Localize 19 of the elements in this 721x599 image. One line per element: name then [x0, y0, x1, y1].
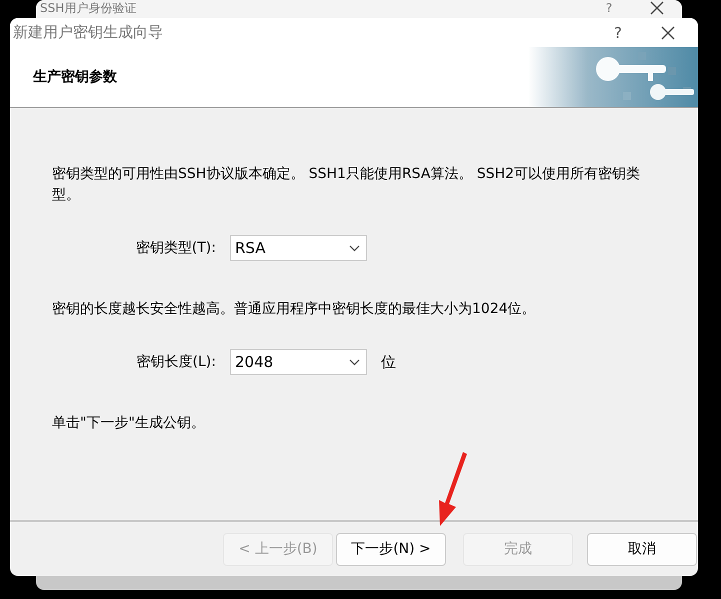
instruction-text: 密钥的长度越长安全性越高。普通应用程序中密钥长度的最佳大小为1024位。: [52, 300, 537, 319]
window-title: 新建用户密钥生成向导: [13, 23, 164, 42]
instruction-text: 单击"下一步"生成公钥。: [52, 414, 206, 433]
page-heading: 生产密钥参数: [33, 68, 117, 86]
help-button[interactable]: ?: [598, 24, 638, 42]
chevron-down-icon: [349, 244, 360, 252]
window-title: SSH用户身份验证: [40, 1, 138, 15]
wizard-button[interactable]: 下一步(N) >: [336, 532, 446, 566]
close-icon[interactable]: [661, 26, 675, 40]
wizard-button[interactable]: 取消: [587, 532, 697, 566]
help-button[interactable]: ?: [594, 1, 624, 15]
dropdown[interactable]: RSA: [230, 235, 367, 261]
dropdown[interactable]: 2048: [230, 349, 367, 375]
field-label: 密钥长度(L):: [136, 353, 216, 371]
instruction-text: 密钥类型的可用性由SSH协议版本确定。 SSH1只能使用RSA算法。 SSH2可以使用所有密钥类型。: [52, 165, 642, 205]
chevron-down-icon: [349, 358, 360, 366]
unit-label: 位: [381, 352, 396, 372]
field-label: 密钥类型(T):: [134, 239, 216, 257]
close-icon[interactable]: [650, 1, 664, 15]
